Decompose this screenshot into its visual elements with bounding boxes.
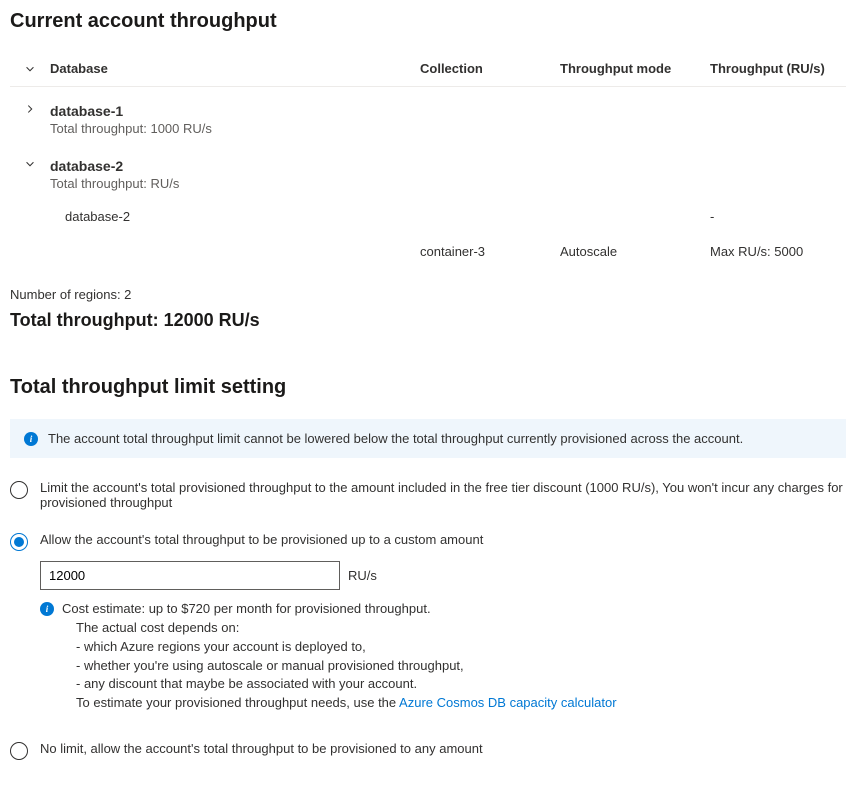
radio-option-free-tier[interactable]: Limit the account's total provisioned th…: [10, 480, 846, 510]
database-throughput-sub: Total throughput: 1000 RU/s: [50, 121, 846, 136]
cell-throughput: Max RU/s: 5000: [710, 244, 846, 259]
info-icon: i: [40, 602, 54, 616]
radio-button[interactable]: [10, 742, 28, 760]
chevron-down-icon: [24, 63, 36, 75]
col-header-database[interactable]: Database: [50, 61, 420, 76]
cell-mode: Autoscale: [560, 244, 710, 259]
header-sort-icon[interactable]: [10, 61, 50, 76]
radio-option-no-limit[interactable]: No limit, allow the account's total thro…: [10, 741, 846, 760]
col-header-collection[interactable]: Collection: [420, 61, 560, 76]
unit-label: RU/s: [348, 568, 377, 583]
col-header-throughput[interactable]: Throughput (RU/s): [710, 61, 846, 76]
info-banner-text: The account total throughput limit canno…: [48, 431, 743, 446]
chevron-right-icon: [24, 103, 36, 115]
radio-button[interactable]: [10, 481, 28, 499]
cost-estimate-text: Cost estimate: up to $720 per month for …: [62, 600, 617, 713]
page-title: Current account throughput: [10, 10, 846, 33]
limit-heading: Total throughput limit setting: [10, 376, 846, 399]
cell-collection: [420, 209, 560, 224]
capacity-calculator-link[interactable]: Azure Cosmos DB capacity calculator: [399, 695, 616, 710]
database-name: database-2: [50, 158, 846, 174]
info-icon: i: [24, 432, 38, 446]
radio-option-custom[interactable]: Allow the account's total throughput to …: [10, 532, 846, 551]
cell-throughput: -: [710, 209, 846, 224]
database-row[interactable]: database-1 Total throughput: 1000 RU/s: [10, 95, 846, 144]
radio-button[interactable]: [10, 533, 28, 551]
cell-database: [50, 244, 420, 259]
cell-mode: [560, 209, 710, 224]
col-header-mode[interactable]: Throughput mode: [560, 61, 710, 76]
database-name: database-1: [50, 103, 846, 119]
database-row[interactable]: database-2 Total throughput: RU/s: [10, 150, 846, 199]
cell-database: database-2: [50, 209, 420, 224]
info-banner: i The account total throughput limit can…: [10, 419, 846, 458]
radio-label: Allow the account's total throughput to …: [40, 532, 846, 547]
throughput-table-header: Database Collection Throughput mode Thro…: [10, 53, 846, 87]
regions-count: Number of regions: 2: [10, 287, 846, 302]
database-throughput-sub: Total throughput: RU/s: [50, 176, 846, 191]
table-row: database-2 -: [10, 199, 846, 234]
table-row: container-3 Autoscale Max RU/s: 5000: [10, 234, 846, 269]
radio-label: Limit the account's total provisioned th…: [40, 480, 846, 510]
radio-label: No limit, allow the account's total thro…: [40, 741, 846, 756]
chevron-down-icon: [24, 158, 36, 170]
cell-collection: container-3: [420, 244, 560, 259]
total-throughput: Total throughput: 12000 RU/s: [10, 310, 846, 331]
throughput-input[interactable]: [40, 561, 340, 590]
